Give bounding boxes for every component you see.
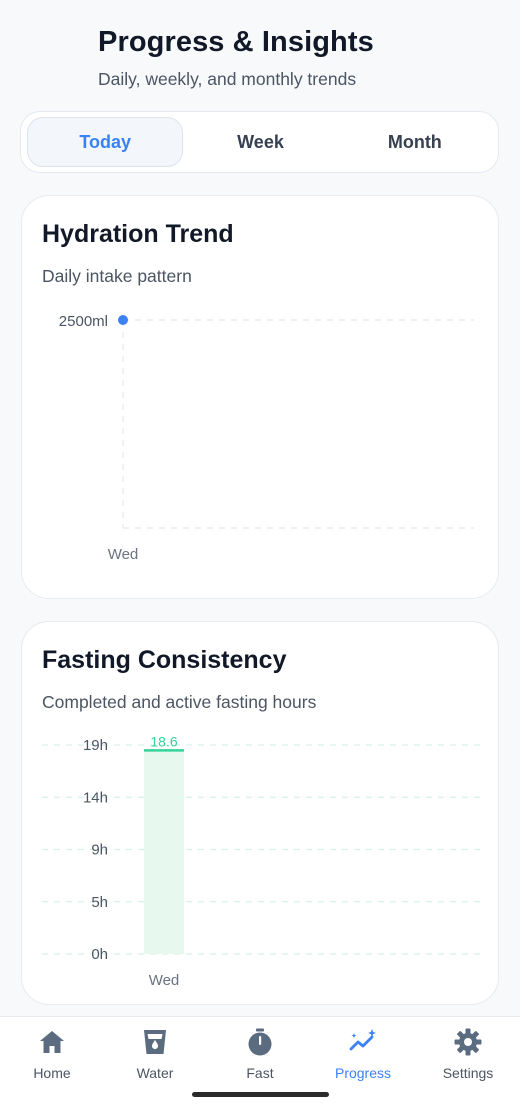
page-header: Progress & Insights Daily, weekly, and m… bbox=[98, 26, 374, 90]
fasting-x-tick: Wed bbox=[149, 972, 180, 989]
fasting-card: Fasting Consistency Completed and active… bbox=[21, 621, 499, 1005]
fasting-y-tick: 19h bbox=[83, 737, 108, 754]
fasting-bar bbox=[144, 749, 184, 954]
nav-settings[interactable]: Settings bbox=[418, 1027, 518, 1081]
fasting-y-tick: 9h bbox=[91, 842, 108, 859]
page-title: Progress & Insights bbox=[98, 26, 374, 58]
water-glass-icon bbox=[144, 1030, 166, 1054]
tab-today[interactable]: Today bbox=[27, 117, 184, 167]
nav-settings-label: Settings bbox=[442, 1065, 494, 1081]
nav-fast-label: Fast bbox=[246, 1065, 274, 1081]
nav-progress[interactable]: Progress bbox=[313, 1027, 413, 1081]
trend-sparkle-icon bbox=[349, 1029, 376, 1051]
fasting-y-tick: 5h bbox=[91, 894, 108, 911]
hydration-y-tick: 2500ml bbox=[59, 313, 108, 330]
fasting-y-tick: 14h bbox=[83, 789, 108, 806]
period-tabs: Today Week Month bbox=[20, 111, 499, 173]
hydration-card: Hydration Trend Daily intake pattern 250… bbox=[21, 195, 499, 599]
nav-water[interactable]: Water bbox=[105, 1027, 205, 1081]
nav-home[interactable]: Home bbox=[2, 1027, 102, 1081]
nav-water-label: Water bbox=[136, 1065, 174, 1081]
hydration-x-tick: Wed bbox=[108, 546, 139, 563]
fasting-y-tick: 0h bbox=[91, 946, 108, 963]
page-subtitle: Daily, weekly, and monthly trends bbox=[98, 69, 357, 89]
home-indicator bbox=[192, 1092, 329, 1097]
nav-home-label: Home bbox=[33, 1065, 71, 1081]
hydration-point bbox=[118, 315, 128, 325]
hydration-chart: 2500ml Wed bbox=[59, 313, 474, 563]
nav-fast[interactable]: Fast bbox=[210, 1027, 310, 1081]
gear-icon bbox=[454, 1028, 482, 1056]
fasting-data-label: 18.6 bbox=[150, 733, 177, 749]
tab-week[interactable]: Week bbox=[183, 117, 337, 167]
fasting-chart: 19h 14h 9h 5h 0h 18.6 Wed bbox=[42, 733, 482, 989]
nav-progress-label: Progress bbox=[334, 1065, 392, 1081]
tab-month[interactable]: Month bbox=[338, 117, 492, 167]
stopwatch-icon bbox=[248, 1028, 272, 1056]
home-icon bbox=[40, 1031, 64, 1053]
